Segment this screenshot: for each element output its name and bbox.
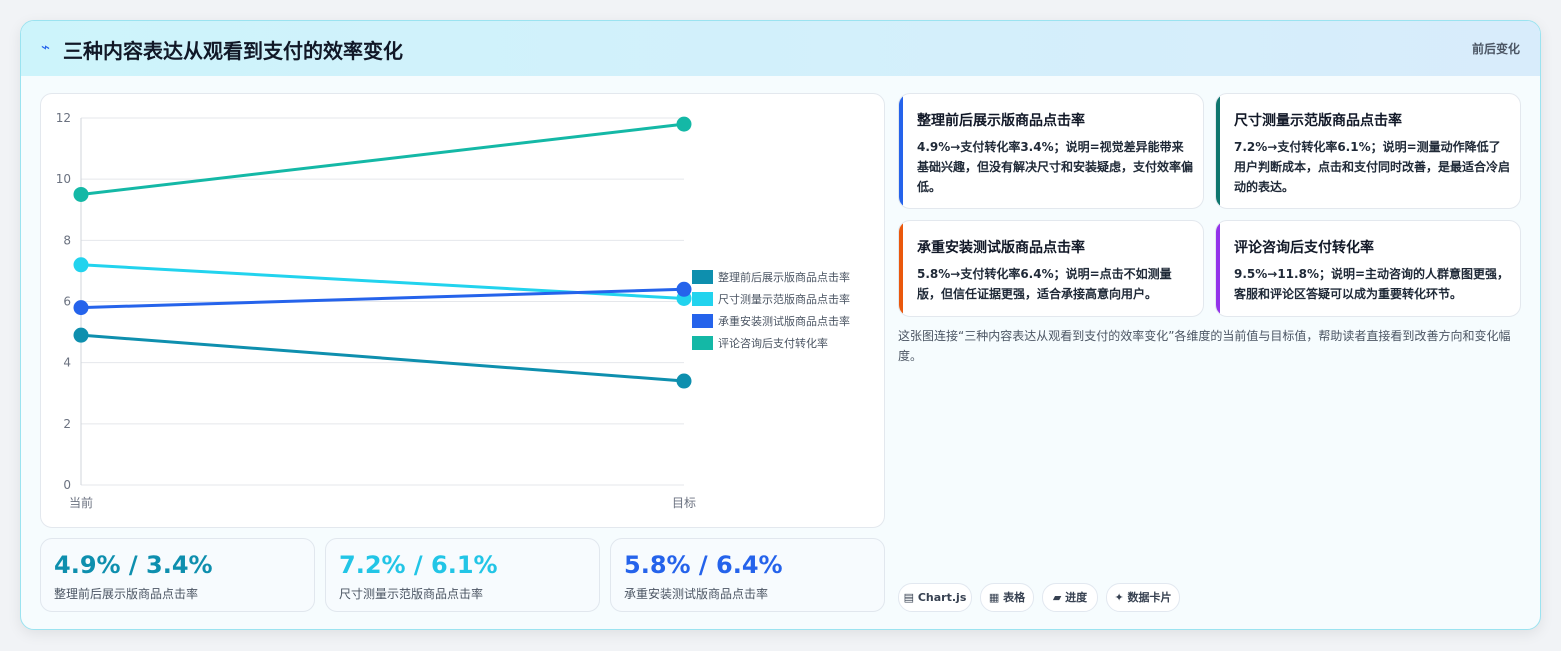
stat-value: 5.8% / 6.4% [624,551,783,579]
chart-icon: ▤ [903,591,915,604]
stat-card-2: 7.2% / 6.1% 尺寸测量示范版商品点击率 [325,538,600,612]
main-card: ⌁ 三种内容表达从观看到支付的效率变化 前后变化 0 2 4 6 8 10 12 当前 目标 整理… [20,20,1541,630]
note-card-4: 评论咨询后支付转化率 9.5%→11.8%；说明=主动咨询的人群意图更强，客服和… [1215,220,1521,317]
stat-label: 尺寸测量示范版商品点击率 [339,587,484,601]
chip-chartjs[interactable]: ▤ Chart.js [898,583,972,612]
legend-swatch [692,292,713,306]
lightning-icon: ⌁ [41,38,51,56]
table-icon: ▦ [988,591,1000,604]
stat-card-1: 4.9% / 3.4% 整理前后展示版商品点击率 [40,538,315,612]
chip-progress[interactable]: ▰ 进度 [1042,583,1098,612]
chip-data-cards[interactable]: ✦ 数据卡片 [1106,583,1180,612]
chip-table[interactable]: ▦ 表格 [980,583,1034,612]
chip-label: 进度 [1065,591,1088,604]
x-tick-label: 目标 [672,496,696,510]
legend-swatch [692,270,713,284]
y-tick-label: 8 [63,233,71,247]
stat-label: 整理前后展示版商品点击率 [54,587,199,601]
data-point [676,116,692,132]
line-chart: 0 2 4 6 8 10 12 当前 目标 整理前后展示版商品点击率尺寸测量示范版商品点击率承重安… [56,111,850,510]
card-title: 三种内容表达从观看到支付的效率变化 [63,39,403,63]
note-accent-bar [899,94,903,208]
note-body: 4.9%→支付转化率3.4%；说明=视觉差异能带来基础兴趣，但没有解决尺寸和安装… [917,140,1194,194]
series-line [80,287,685,310]
sparkle-icon: ✦ [1114,591,1124,604]
data-point [73,257,89,273]
data-point [73,300,89,316]
note-accent-bar [899,221,903,316]
y-tick-label: 12 [56,111,71,125]
note-body: 5.8%→支付转化率6.4%；说明=点击不如测量版，但信任证据更强，适合承接高意… [917,267,1172,301]
note-accent-bar [1216,221,1220,316]
note-title: 评论咨询后支付转化率 [1234,240,1374,256]
progress-icon: ▰ [1052,591,1062,604]
note-body: 9.5%→11.8%；说明=主动咨询的人群意图更强，客服和评论区答疑可以成为重要… [1234,267,1510,301]
chip-label: Chart.js [917,591,967,604]
legend-swatch [692,336,713,350]
legend-label: 整理前后展示版商品点击率 [718,270,850,284]
series-line [80,333,685,383]
note-card-2: 尺寸测量示范版商品点击率 7.2%→支付转化率6.1%；说明=测量动作降低了用户… [1215,93,1521,209]
series-line [80,122,685,196]
card-header: ⌁ 三种内容表达从观看到支付的效率变化 前后变化 [21,21,1540,76]
legend-swatch [692,314,713,328]
note-card-1: 整理前后展示版商品点击率 4.9%→支付转化率3.4%；说明=视觉差异能带来基础… [898,93,1204,209]
stat-value: 7.2% / 6.1% [339,551,498,579]
note-card-3: 承重安装测试版商品点击率 5.8%→支付转化率6.4%；说明=点击不如测量版，但… [898,220,1204,317]
y-tick-label: 4 [63,356,71,370]
header-tag: 前后变化 [1471,42,1520,56]
chip-label: 表格 [1003,591,1026,604]
data-point [73,327,89,343]
note-accent-bar [1216,94,1220,208]
y-tick-label: 10 [56,172,71,186]
legend-label: 尺寸测量示范版商品点击率 [718,292,850,306]
y-tick-label: 6 [63,295,71,309]
data-point [73,186,89,202]
line-chart-panel: 0 2 4 6 8 10 12 当前 目标 整理前后展示版商品点击率 尺寸测量示范版商品点击率 承重安… [40,93,885,528]
stat-value: 4.9% / 3.4% [54,551,213,579]
x-tick-label: 当前 [69,495,93,510]
legend-label: 评论咨询后支付转化率 [718,336,828,350]
note-title: 尺寸测量示范版商品点击率 [1234,113,1402,129]
chip-label: 数据卡片 [1127,591,1172,604]
note-body: 7.2%→支付转化率6.1%；说明=测量动作降低了用户判断成本，点击和支付同时改… [1234,140,1511,194]
note-title: 承重安装测试版商品点击率 [917,240,1085,256]
stat-card-3: 5.8% / 6.4% 承重安装测试版商品点击率 [610,538,885,612]
note-title: 整理前后展示版商品点击率 [917,113,1085,129]
data-point [676,281,692,297]
chart-description: 这张图连接“三种内容表达从观看到支付的效率变化”各维度的当前值与目标值，帮助读者… [898,329,1511,363]
data-point [676,373,692,389]
stat-label: 承重安装测试版商品点击率 [624,587,769,601]
y-tick-label: 0 [63,478,71,492]
legend-label: 承重安装测试版商品点击率 [718,314,850,328]
y-tick-label: 2 [63,417,71,431]
